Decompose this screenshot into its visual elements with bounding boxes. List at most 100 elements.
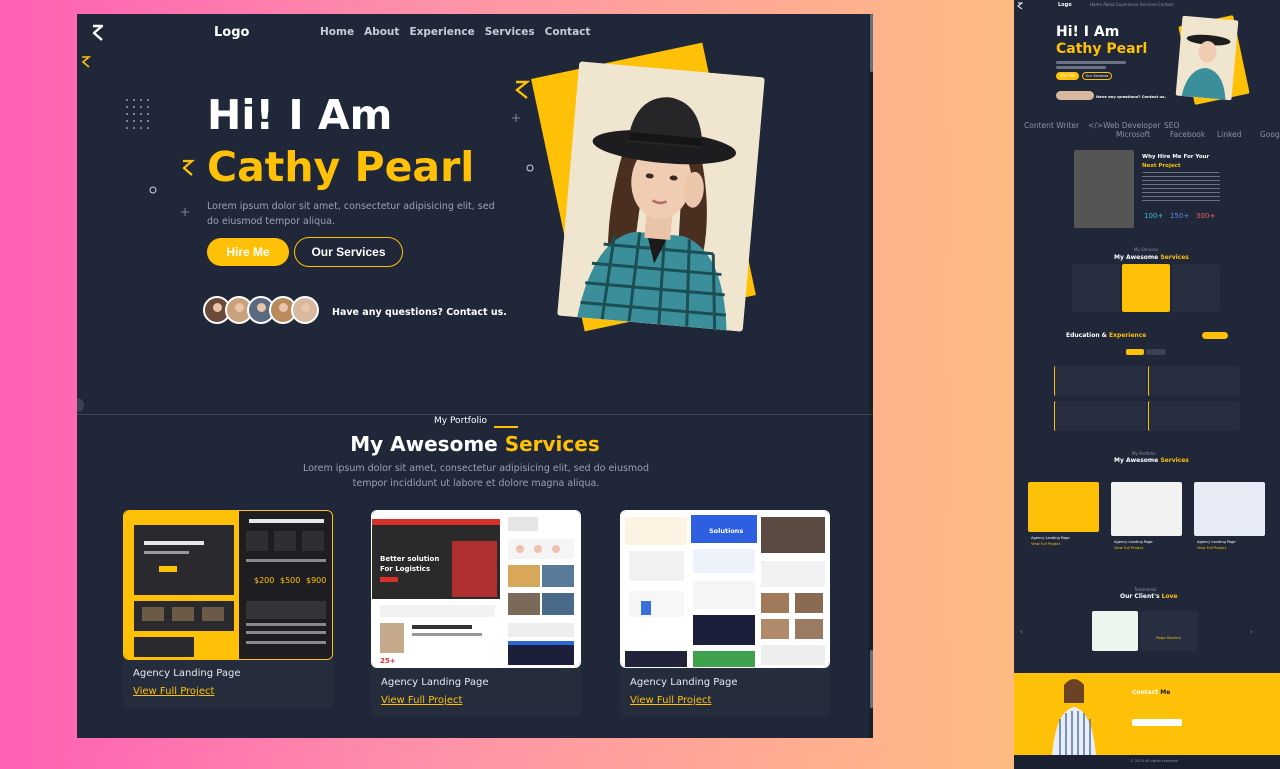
portrait-image xyxy=(557,61,765,332)
portfolio-kicker: My Portfolio xyxy=(434,416,487,426)
preview-portfolio-card-3 xyxy=(1194,482,1265,536)
preview-prev-arrow-icon: ‹ xyxy=(1020,628,1023,636)
card-thumbnail-3[interactable]: Solutions xyxy=(620,510,830,668)
portfolio-card-1[interactable]: $200 $500 $900 Agency Landing Page View … xyxy=(123,510,333,708)
nav-menu: Home About Experience Services Contact xyxy=(320,26,590,38)
view-project-link-1[interactable]: View Full Project xyxy=(133,686,214,697)
preview-about-text xyxy=(1142,172,1220,202)
svg-text:For Logistics: For Logistics xyxy=(380,565,430,573)
portfolio-subtitle: Lorem ipsum dolor sit amet, consectetur … xyxy=(302,463,650,489)
svg-text:$200: $200 xyxy=(254,576,274,585)
svg-text:Better solution: Better solution xyxy=(380,555,439,563)
preview-avatars xyxy=(1056,91,1094,100)
preview-photo xyxy=(1175,15,1239,101)
preview-service-card-1 xyxy=(1072,264,1120,312)
preview-hire-button: Hire Me xyxy=(1056,72,1079,80)
scrollbar-track[interactable] xyxy=(869,14,873,738)
zigzag-icon-yellow-right xyxy=(515,80,530,99)
hero-greeting: Hi! I Am xyxy=(207,91,393,139)
brand-icon xyxy=(1017,2,1023,10)
card-title-1: Agency Landing Page xyxy=(133,668,241,679)
preview-services-kicker: My Services xyxy=(1134,247,1158,252)
preview-service-card-3 xyxy=(1172,264,1220,312)
landing-page-thumbnail: Solutions xyxy=(621,511,829,667)
card-thumbnail-2[interactable]: Better solution For Logistics 25+ xyxy=(371,510,581,668)
card-title-3: Agency Landing Page xyxy=(630,677,738,688)
zigzag-icon-yellow xyxy=(182,159,195,176)
svg-text:$500: $500 xyxy=(280,576,300,585)
preview-services-label: Our Services xyxy=(1085,74,1109,78)
preview-testimonial-image xyxy=(1092,611,1138,651)
preview-nav-about: About xyxy=(1103,2,1115,7)
preview-services-title-yellow: Services xyxy=(1160,254,1189,261)
preview-copyright: © 2023 All rights reserved xyxy=(1130,759,1178,763)
preview-card-title-2: Agency Landing Page xyxy=(1114,540,1153,544)
nav-services[interactable]: Services xyxy=(485,26,535,38)
preview-brand-microsoft: Microsoft xyxy=(1116,130,1151,139)
preview-services-button: Our Services xyxy=(1082,72,1112,80)
our-services-button[interactable]: Our Services xyxy=(294,237,403,267)
nav-about[interactable]: About xyxy=(364,26,399,38)
plus-icon xyxy=(512,114,520,122)
preview-testimonial-kicker: Testimonial xyxy=(1134,587,1157,592)
brand-icon[interactable] xyxy=(91,24,105,42)
portfolio-title-white: My Awesome xyxy=(350,432,505,456)
scrollbar-thumb[interactable] xyxy=(870,14,873,72)
portfolio-card-3[interactable]: Solutions Agency Landing Page View Full … xyxy=(620,510,830,716)
contact-question[interactable]: Have any questions? Contact us. xyxy=(332,306,507,320)
preview-name: Cathy Pearl xyxy=(1056,41,1148,57)
preview-logo: Logo xyxy=(1058,2,1072,8)
preview-nav-home: Home xyxy=(1090,2,1102,7)
preview-edu-title-yellow: Experience xyxy=(1109,332,1147,339)
navbar: Logo Home About Experience Services Cont… xyxy=(77,14,873,54)
preview-edu-title: Education & Experience xyxy=(1066,332,1146,339)
portfolio-card-2[interactable]: Better solution For Logistics 25+ Agency… xyxy=(371,510,581,716)
nav-contact[interactable]: Contact xyxy=(545,26,591,38)
hire-me-button[interactable]: Hire Me xyxy=(207,238,289,266)
logo[interactable]: Logo xyxy=(214,25,249,40)
preview-nav-services: Services xyxy=(1139,2,1157,7)
preview-service-card-2 xyxy=(1122,264,1170,312)
preview-portrait xyxy=(1181,34,1231,100)
preview-edu-item xyxy=(1054,401,1146,431)
view-project-link-3[interactable]: View Full Project xyxy=(630,695,711,706)
nav-home[interactable]: Home xyxy=(320,26,354,38)
preview-services-title: My Awesome Services xyxy=(1114,254,1189,261)
client-avatars xyxy=(203,296,319,324)
preview-edu-item xyxy=(1148,366,1240,396)
preview-card-title-3: Agency Landing Page xyxy=(1197,540,1236,544)
preview-portfolio-title-white: My Awesome xyxy=(1114,457,1159,464)
nav-experience[interactable]: Experience xyxy=(409,26,474,38)
preview-footer: © 2023 All rights reserved xyxy=(1014,755,1280,769)
svg-text:$900: $900 xyxy=(306,576,326,585)
card-thumbnail-1[interactable]: $200 $500 $900 xyxy=(123,510,333,660)
preview-skill-1: Content Writer xyxy=(1024,121,1080,130)
portfolio-title-yellow: Services xyxy=(504,432,600,456)
preview-next-arrow-icon: › xyxy=(1250,628,1253,636)
preview-edu-item xyxy=(1148,401,1240,431)
scrollbar-thumb-lower[interactable] xyxy=(870,650,873,708)
view-project-link-2[interactable]: View Full Project xyxy=(381,695,462,706)
preview-testimonial-card xyxy=(1140,611,1198,651)
preview-nav-contact: Contact xyxy=(1157,2,1174,7)
preview-portfolio-title-yellow: Services xyxy=(1160,457,1189,464)
landing-page-thumbnail: Better solution For Logistics 25+ xyxy=(372,511,580,667)
preview-services-title-white: My Awesome xyxy=(1114,254,1159,261)
preview-portfolio-card-2 xyxy=(1111,482,1182,536)
preview-edu-tab xyxy=(1126,349,1144,355)
kicker-underline xyxy=(494,426,518,428)
preview-brand-facebook: Facebook xyxy=(1170,130,1206,139)
hero-description: Lorem ipsum dolor sit amet, consectetur … xyxy=(207,201,495,227)
preview-exp-tab xyxy=(1146,349,1166,355)
preview-skill-2: </>Web Developer xyxy=(1088,121,1161,130)
preview-client-name: Pooja Sharma xyxy=(1156,636,1181,640)
preview-nav-experience: Experience xyxy=(1116,2,1139,7)
portfolio-title: My Awesome Services xyxy=(77,432,873,456)
zigzag-icon xyxy=(81,56,91,68)
section-divider xyxy=(77,414,873,415)
preview-question: Have any questions? Contact us. xyxy=(1096,94,1166,99)
preview-portfolio-title: My Awesome Services xyxy=(1114,457,1189,464)
svg-text:25+: 25+ xyxy=(380,657,396,665)
preview-skill-3: SEO xyxy=(1164,121,1180,130)
preview-edu-item xyxy=(1054,366,1146,396)
